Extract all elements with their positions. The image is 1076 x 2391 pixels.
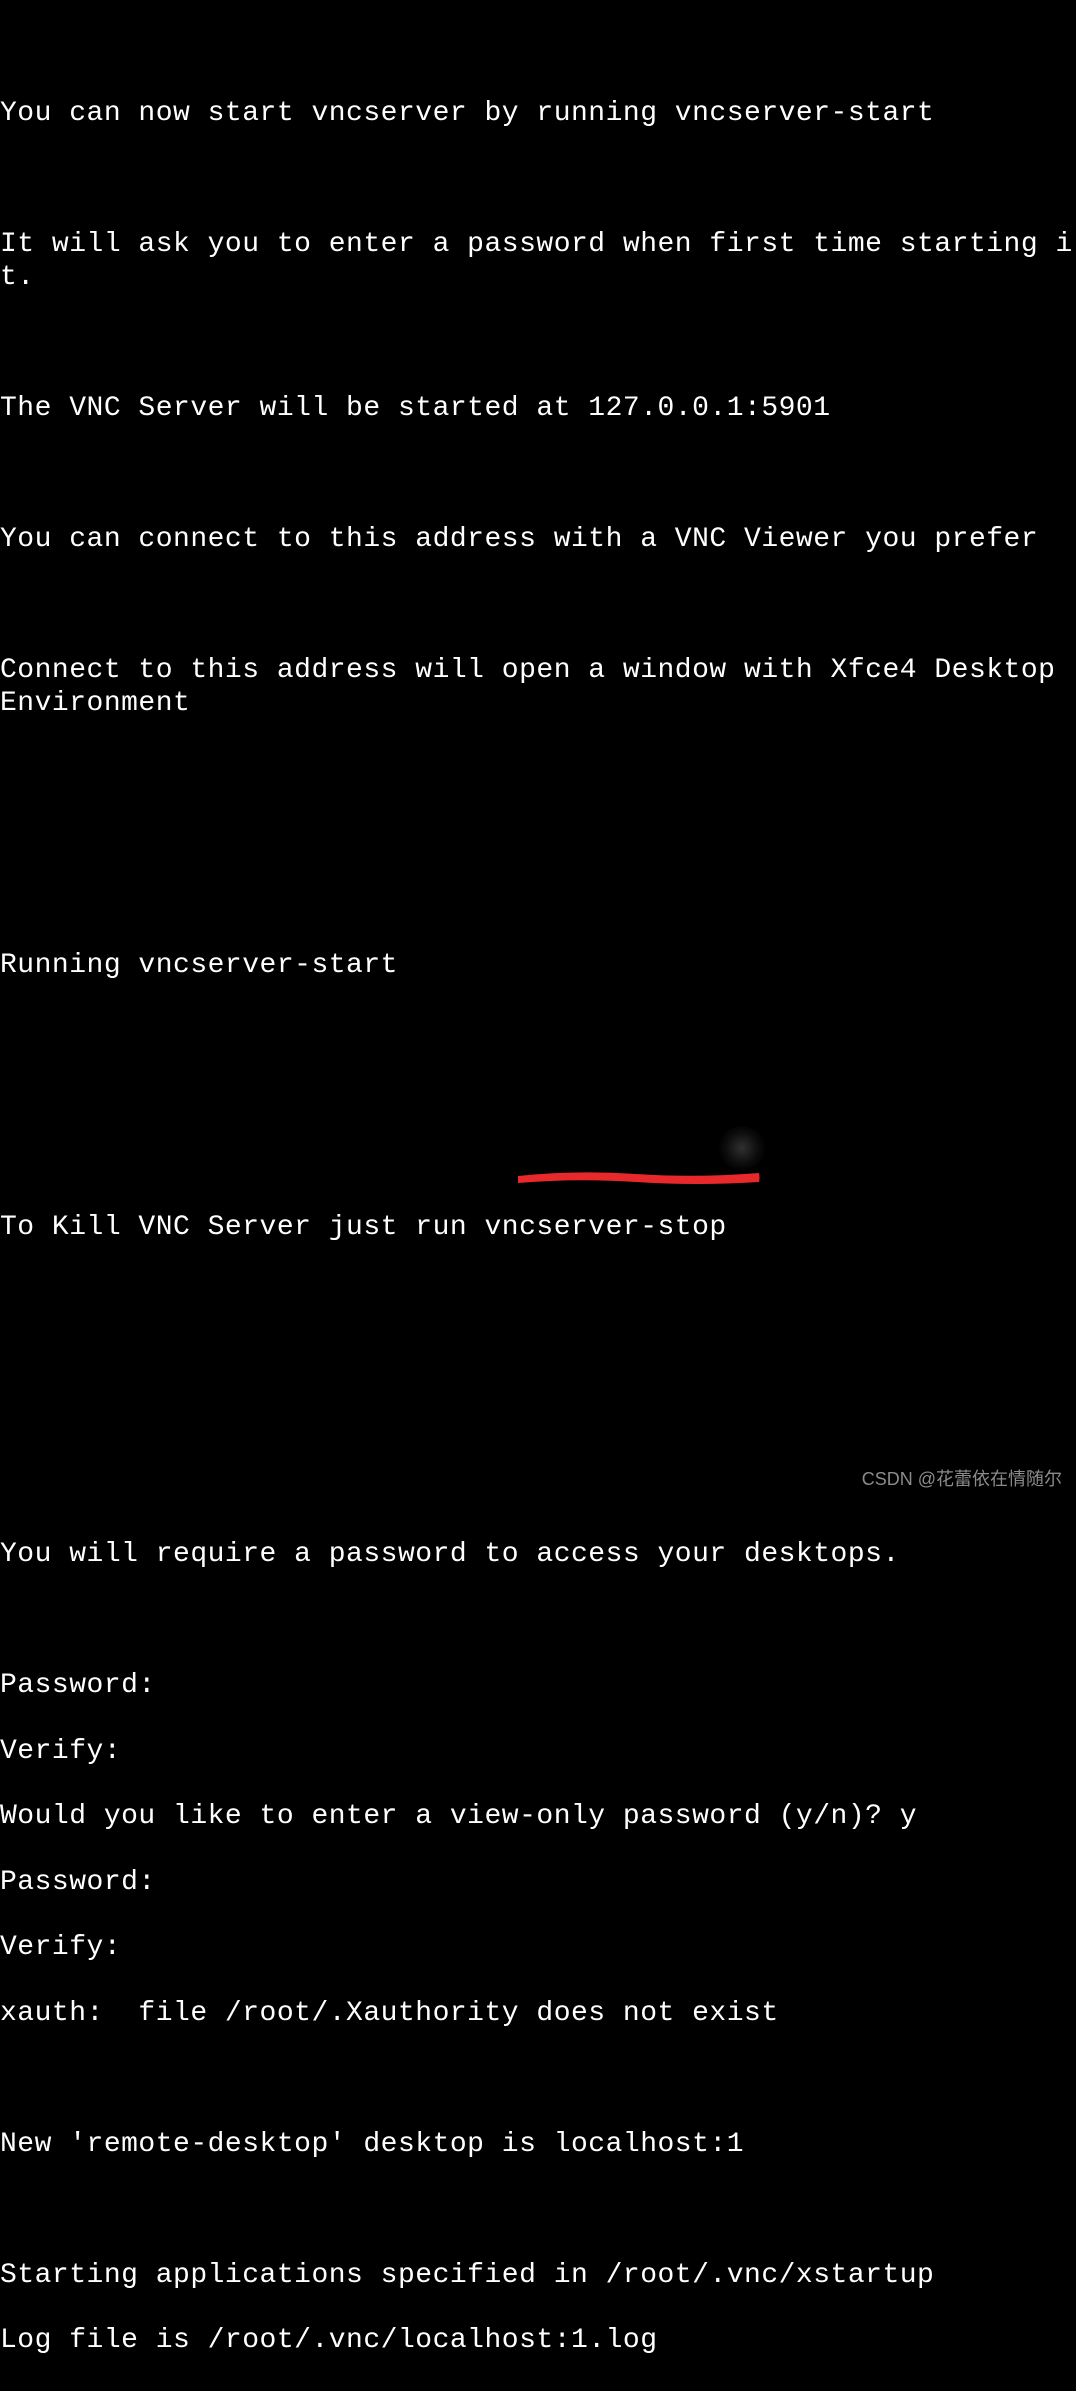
terminal-line: Verify: [0,1932,1076,1965]
terminal-line [0,1146,1076,1179]
watermark-text: CSDN @花蕾依在情随尔 [862,1469,1062,1490]
terminal-line [0,1277,1076,1310]
terminal-line: You can connect to this address with a V… [0,524,1076,557]
terminal-line: It will ask you to enter a password when… [0,229,1076,295]
terminal-line [0,590,1076,623]
terminal-line [0,1408,1076,1441]
terminal-line [0,1015,1076,1048]
terminal-line: Running vncserver-start [0,950,1076,983]
terminal-line: Password: [0,1670,1076,1703]
terminal-line: You will require a password to access yo… [0,1539,1076,1572]
terminal-output: You can now start vncserver by running v… [0,0,1076,2391]
terminal-line [0,1081,1076,1114]
terminal-line [0,328,1076,361]
terminal-line [0,2063,1076,2096]
terminal-line [0,819,1076,852]
terminal-line: Starting applications specified in /root… [0,2260,1076,2293]
terminal-line [0,1343,1076,1376]
terminal-line: New 'remote-desktop' desktop is localhos… [0,2129,1076,2162]
terminal-line: The VNC Server will be started at 127.0.… [0,393,1076,426]
terminal-line [0,884,1076,917]
terminal-line [0,459,1076,492]
terminal-line: Log file is /root/.vnc/localhost:1.log [0,2325,1076,2358]
terminal-line [0,753,1076,786]
terminal-line: Password: [0,1867,1076,1900]
terminal-line: Would you like to enter a view-only pass… [0,1801,1076,1834]
terminal-line [0,164,1076,197]
terminal-line: To Kill VNC Server just run vncserver-st… [0,1212,1076,1245]
terminal-line: Verify: [0,1736,1076,1769]
terminal-line [0,33,1076,66]
terminal-line: Connect to this address will open a wind… [0,655,1076,721]
terminal-line [0,2194,1076,2227]
terminal-line: You can now start vncserver by running v… [0,98,1076,131]
terminal-line: xauth: file /root/.Xauthority does not e… [0,1998,1076,2031]
terminal-line [0,1605,1076,1638]
